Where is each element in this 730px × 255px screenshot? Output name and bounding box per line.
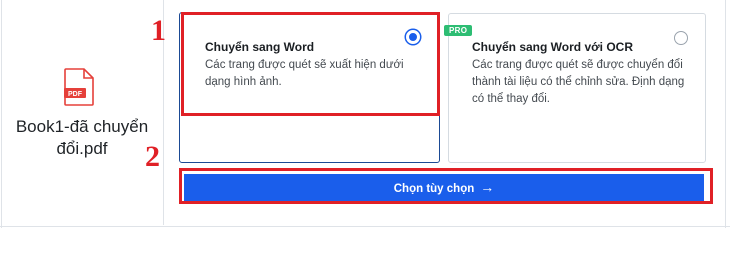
annotation-number-2: 2 (145, 140, 160, 173)
file-name-line1: Book1-đã chuyển (15, 117, 149, 136)
bottom-divider (0, 226, 730, 227)
pdf-file-icon: PDF (64, 68, 94, 106)
left-border (1, 0, 2, 228)
file-name-line2: đổi.pdf (56, 139, 108, 158)
option-convert-word-ocr-desc: Các trang được quét sẽ được chuyển đổi t… (472, 57, 684, 108)
option-convert-word-ocr-title: Chuyển sang Word với OCR (472, 40, 633, 54)
pdf-label: PDF (68, 91, 83, 98)
annotation-box-step1 (181, 12, 440, 116)
right-border (725, 0, 726, 228)
desc-line: Các trang được quét sẽ được chuyển đổi (472, 59, 683, 71)
pro-badge: PRO (444, 25, 473, 36)
desc-line: thành tài liệu có thể chỉnh sửa. Định dạ… (472, 76, 685, 88)
file-name: Book1-đã chuyển đổi.pdf (14, 116, 150, 160)
annotation-box-step2 (179, 168, 713, 204)
option-convert-word-ocr-radio[interactable] (674, 31, 688, 45)
desc-line: có thể thay đổi. (472, 93, 550, 105)
annotation-number-1: 1 (151, 14, 166, 47)
